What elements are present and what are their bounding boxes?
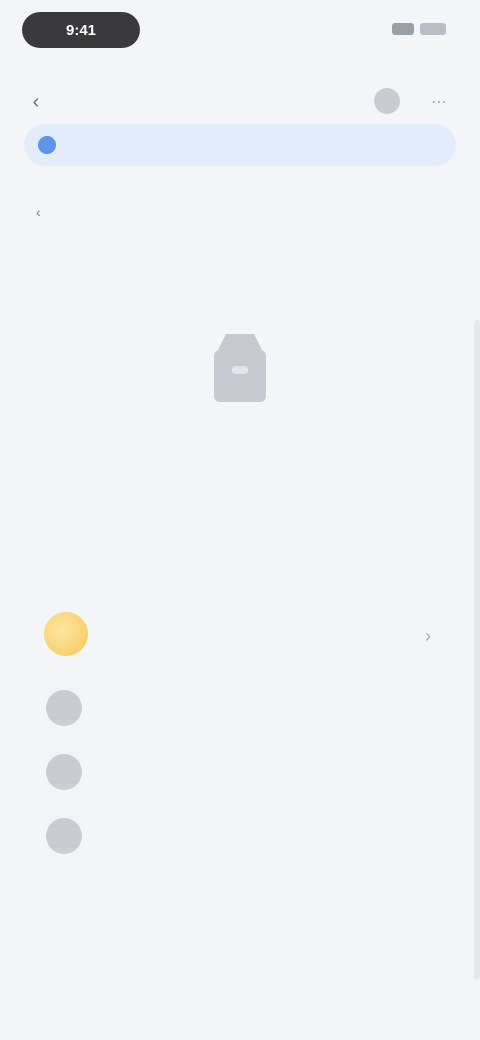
status-time: 9:41 xyxy=(22,12,140,48)
chevron-left-icon[interactable]: ‹ xyxy=(24,90,48,114)
chevron-left-icon: ‹ xyxy=(36,204,41,220)
app-header: ‹ ⋯ xyxy=(0,78,480,126)
info-icon xyxy=(38,136,56,154)
avatar-icon[interactable] xyxy=(374,88,400,114)
tab-3[interactable] xyxy=(412,276,440,292)
status-icons xyxy=(376,20,446,38)
coin-icon xyxy=(46,690,82,726)
tab-2[interactable] xyxy=(226,276,254,292)
list-item[interactable] xyxy=(36,678,456,742)
coin-list xyxy=(36,678,456,870)
battery-icon xyxy=(420,23,446,35)
coin-icon xyxy=(46,818,82,854)
empty-box-icon xyxy=(214,334,266,402)
page-title xyxy=(70,90,290,114)
section-header[interactable]: ‹ xyxy=(36,200,53,224)
signal-icon xyxy=(392,23,414,35)
empty-state xyxy=(0,320,480,500)
footer-indicator[interactable] xyxy=(212,896,252,916)
coin-icon xyxy=(46,754,82,790)
scrollbar[interactable] xyxy=(474,320,480,980)
coin-gold-icon xyxy=(44,612,88,656)
chevron-right-icon[interactable]: › xyxy=(414,622,442,650)
tab-1[interactable] xyxy=(40,276,68,292)
tab-bar xyxy=(30,264,450,304)
info-banner[interactable] xyxy=(24,124,456,166)
list-item[interactable] xyxy=(36,806,456,870)
main-coin-row[interactable]: › xyxy=(36,606,456,662)
list-item[interactable] xyxy=(36,742,456,806)
card-header xyxy=(20,540,480,576)
more-icon[interactable]: ⋯ xyxy=(428,92,450,111)
status-bar: 9:41 xyxy=(0,0,480,60)
